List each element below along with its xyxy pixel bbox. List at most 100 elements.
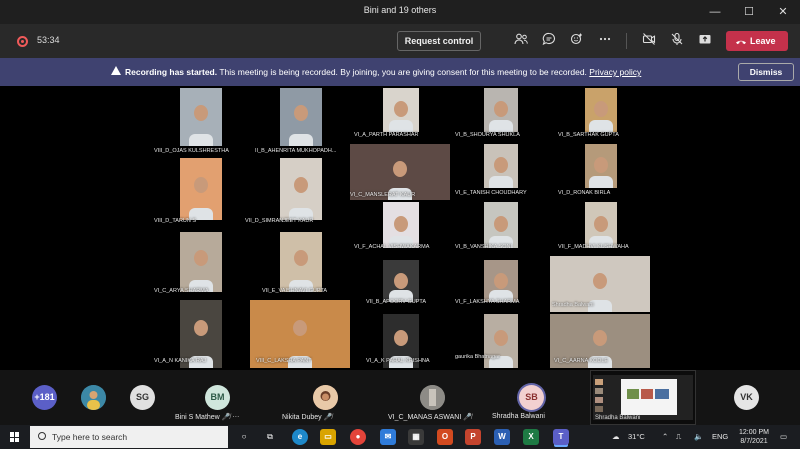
leave-button[interactable]: Leave <box>726 31 788 51</box>
mail-icon[interactable]: ✉ <box>380 429 396 445</box>
video-tile[interactable] <box>484 88 518 132</box>
participant-name-label: VI_C_AARNA KODLE <box>554 358 609 364</box>
participant-name-label: VIII_D_OJAS KULSHRESTHA <box>154 148 229 154</box>
video-tile[interactable] <box>280 158 322 220</box>
language-indicator[interactable]: ENG <box>712 432 728 441</box>
video-tile[interactable] <box>280 232 322 292</box>
video-tile[interactable] <box>585 144 617 188</box>
participant-name-label: VII_D_SIMRANJEET KAUR <box>245 218 314 224</box>
cortana-icon[interactable]: ○ <box>236 429 252 445</box>
person-face <box>393 160 407 177</box>
dismiss-button[interactable]: Dismiss <box>738 63 794 81</box>
person-body <box>189 134 213 146</box>
video-tile[interactable] <box>383 260 419 302</box>
person-body <box>489 120 513 132</box>
video-tile[interactable] <box>484 202 518 248</box>
video-tile[interactable] <box>383 88 419 132</box>
person-face <box>494 157 508 174</box>
banner-title: Recording has started. <box>125 67 218 77</box>
participant-name: VI_C_MANAS ASWANI 🎤̸ <box>388 414 472 421</box>
windows-start-icon[interactable] <box>10 432 20 442</box>
person-body <box>589 176 613 188</box>
video-tile[interactable] <box>383 202 419 248</box>
powerpoint-icon[interactable]: P <box>465 429 481 445</box>
search-icon <box>38 432 46 440</box>
person-face <box>294 176 308 193</box>
video-feed <box>180 158 222 220</box>
taskbar-search-input[interactable]: Type here to search <box>30 426 228 448</box>
mic-off-icon[interactable] <box>668 32 686 50</box>
close-button[interactable]: ✕ <box>766 0 800 24</box>
participant-name-label: VII_B_APOORV GUPTA <box>366 299 427 305</box>
teams-icon[interactable]: T <box>553 429 569 445</box>
overflow-count[interactable]: +181 <box>32 385 57 410</box>
excel-icon[interactable]: X <box>523 429 539 445</box>
phone-icon <box>735 31 747 59</box>
person-body <box>289 134 313 146</box>
volume-icon[interactable]: 🔈 <box>694 432 703 441</box>
person-face <box>594 215 608 232</box>
video-tile[interactable] <box>180 232 222 292</box>
request-control-button[interactable]: Request control <box>397 31 481 51</box>
avatar[interactable]: BM <box>205 385 230 410</box>
video-tile[interactable] <box>585 88 617 132</box>
privacy-policy-link[interactable]: Privacy policy <box>589 67 641 77</box>
file-explorer-icon[interactable]: ▭ <box>320 429 336 445</box>
person-face <box>194 105 208 122</box>
video-tile[interactable] <box>180 88 222 146</box>
chrome-icon[interactable]: ● <box>350 429 366 445</box>
avatar[interactable] <box>313 385 338 410</box>
recording-icon <box>17 36 28 47</box>
video-tile[interactable] <box>180 158 222 220</box>
minimize-button[interactable]: — <box>698 0 732 24</box>
video-feed <box>484 260 518 302</box>
edge-icon[interactable]: e <box>292 429 308 445</box>
video-feed <box>585 88 617 132</box>
person-face <box>194 176 208 193</box>
participant-name-label: VI_B_SARTHAK GUPTA <box>558 132 619 138</box>
share-icon[interactable] <box>696 32 714 50</box>
window-title: Bini and 19 others <box>363 5 437 15</box>
camera-off-icon[interactable] <box>640 32 658 50</box>
participant-name-label: VI_D_RONAK BIRLA <box>558 190 611 196</box>
avatar[interactable] <box>420 385 445 410</box>
warning-icon <box>111 66 121 75</box>
more-icon[interactable] <box>596 32 614 50</box>
maximize-button[interactable]: ☐ <box>732 0 766 24</box>
person-face <box>593 330 607 347</box>
chat-icon[interactable] <box>540 32 558 50</box>
search-placeholder: Type here to search <box>52 432 128 442</box>
video-grid: VIII_D_OJAS KULSHRESTHA II_B_AHENRITA MUK… <box>0 86 800 370</box>
avatar[interactable] <box>81 385 106 410</box>
network-icon[interactable]: ⎍ <box>676 432 681 442</box>
avatar[interactable]: SB <box>519 385 544 410</box>
people-icon[interactable] <box>512 32 530 50</box>
word-icon[interactable]: W <box>494 429 510 445</box>
weather-icon[interactable]: ☁ <box>612 432 620 441</box>
clock-date: 8/7/2021 <box>740 438 768 445</box>
weather-temp[interactable]: 31°C <box>628 432 645 441</box>
video-tile[interactable] <box>484 260 518 302</box>
office-icon[interactable]: O <box>437 429 453 445</box>
person-face <box>594 157 608 174</box>
notifications-icon[interactable]: ▭ <box>780 432 787 441</box>
task-view-icon[interactable]: ⧉ <box>262 429 278 445</box>
recording-banner: Recording has started. This meeting is b… <box>0 58 800 86</box>
video-feed <box>484 88 518 132</box>
store-icon[interactable]: ▦ <box>408 429 424 445</box>
participant-name-label: VII_F_MADHVI KUSHWAHA <box>558 244 629 250</box>
video-tile[interactable] <box>585 202 617 248</box>
avatar[interactable]: VK <box>734 385 759 410</box>
avatar[interactable]: SG <box>130 385 155 410</box>
video-feed <box>585 144 617 188</box>
video-tile[interactable] <box>280 88 322 146</box>
shared-screen-thumbnail[interactable]: Shradha Balwani <box>590 370 696 425</box>
reactions-icon[interactable] <box>568 32 586 50</box>
tray-chevron-icon[interactable]: ⌃ <box>662 432 668 441</box>
title-bar: Bini and 19 others — ☐ ✕ <box>0 0 800 24</box>
participant-name-label: VI_C_MANSLERAT KAUR <box>350 192 416 198</box>
clock[interactable]: 12:00 PM 8/7/2021 <box>734 428 774 446</box>
person-face <box>194 320 208 337</box>
participant-name-label: VI_A_PARTH PARASHAR <box>354 132 419 138</box>
video-tile[interactable] <box>484 144 518 188</box>
